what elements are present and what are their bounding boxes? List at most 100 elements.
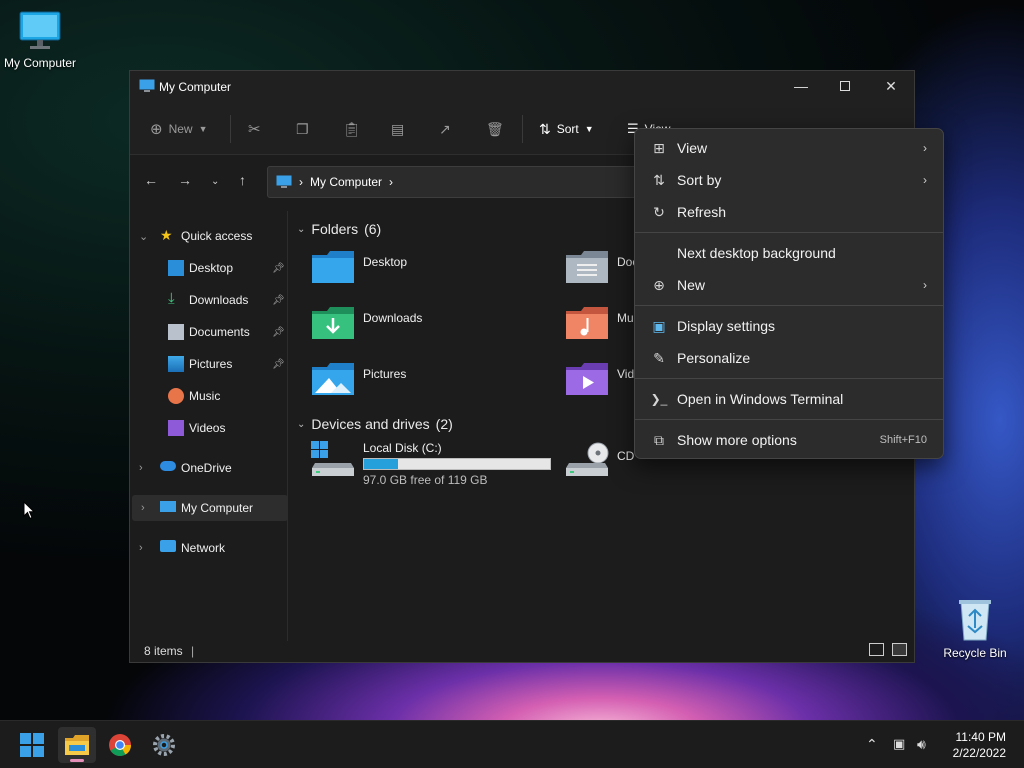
folder-item-music[interactable]: Mu xyxy=(565,305,634,341)
drive-item-cd[interactable]: CD xyxy=(565,441,634,477)
sidebar-item-music[interactable]: Music xyxy=(130,383,286,409)
address-bar[interactable]: › My Computer › xyxy=(267,166,647,198)
menu-item-next-desktop-background[interactable]: Next desktop background xyxy=(639,238,939,268)
drives-group-header[interactable]: ⌄ Devices and drives (2) xyxy=(297,416,453,432)
folder-label: Downloads xyxy=(363,311,423,325)
desktop-context-menu: ⊞ View › ⇅ Sort by › ↻ Refresh Next desk… xyxy=(634,128,944,459)
sidebar-item-onedrive[interactable]: › OneDrive xyxy=(130,455,286,481)
folder-item-pictures[interactable]: Pictures xyxy=(311,361,406,397)
forward-button[interactable]: → xyxy=(178,172,192,188)
sidebar-item-documents[interactable]: Documents 📌︎ xyxy=(130,319,286,345)
navigation-pane: ⌄ ★ Quick access Desktop 📌︎ ⤓ Downloads … xyxy=(130,211,288,641)
folder-item-documents[interactable]: Doc xyxy=(565,249,638,285)
file-explorer-taskbar-button[interactable] xyxy=(58,727,96,763)
recent-locations-button[interactable]: ⌄ xyxy=(211,176,219,187)
chevron-right-icon: › xyxy=(141,502,145,514)
clipboard-icon: 📋︎ xyxy=(343,120,361,137)
taskbar: ⌃ ▣ 🔊︎ 11:40 PM 2/22/2022 xyxy=(0,720,1024,768)
recycle-bin-icon xyxy=(959,600,991,641)
menu-item-open-in-terminal[interactable]: ❯_ Open in Windows Terminal xyxy=(639,384,939,414)
chevron-right-icon: › xyxy=(139,462,143,474)
cut-button[interactable]: ✂ xyxy=(248,117,261,141)
desktop-icon-recycle-bin[interactable]: Recycle Bin xyxy=(935,598,1015,660)
chevron-down-icon: ▼ xyxy=(584,124,594,134)
chevron-down-icon: ⌄ xyxy=(139,230,149,243)
folders-group-header[interactable]: ⌄ Folders (6) xyxy=(297,221,381,237)
start-button[interactable] xyxy=(13,727,51,763)
pictures-icon xyxy=(168,356,184,372)
menu-item-label: Show more options xyxy=(677,432,797,448)
sidebar-item-desktop[interactable]: Desktop 📌︎ xyxy=(130,255,286,281)
toolbar-divider xyxy=(230,115,231,143)
paste-button[interactable]: 📋︎ xyxy=(343,117,361,141)
breadcrumb[interactable]: My Computer xyxy=(310,175,382,189)
network-icon[interactable]: ▣ xyxy=(893,736,905,752)
title-bar[interactable]: My Computer — ✕ xyxy=(130,71,914,103)
sort-button[interactable]: ⇅ Sort ▼ xyxy=(539,117,594,141)
document-icon xyxy=(168,324,184,340)
maximize-button[interactable] xyxy=(822,71,868,101)
grid-icon: ⊞ xyxy=(653,139,665,156)
videos-icon xyxy=(168,420,184,436)
windows-logo-icon xyxy=(20,733,44,757)
up-button[interactable]: ↑ xyxy=(239,172,246,188)
menu-item-personalize[interactable]: ✎ Personalize xyxy=(639,343,939,373)
sidebar-item-my-computer[interactable]: › My Computer xyxy=(132,495,288,521)
settings-taskbar-button[interactable] xyxy=(145,727,183,763)
tiles-view-button[interactable] xyxy=(892,643,907,656)
documents-folder-icon xyxy=(566,251,608,283)
copy-button[interactable]: ❐ xyxy=(296,117,309,141)
chevron-down-icon: ⌄ xyxy=(297,418,306,430)
menu-item-sort-by[interactable]: ⇅ Sort by › xyxy=(639,165,939,195)
menu-item-new[interactable]: ⊕ New › xyxy=(639,270,939,300)
new-button[interactable]: ⊕ New ▼ xyxy=(150,117,208,141)
menu-item-label: Next desktop background xyxy=(677,245,836,261)
chevron-down-icon: ▼ xyxy=(198,124,208,134)
folder-item-downloads[interactable]: Downloads xyxy=(311,305,422,341)
show-hidden-icons-button[interactable]: ⌃ xyxy=(866,736,878,753)
menu-item-view[interactable]: ⊞ View › xyxy=(639,133,939,163)
sidebar-item-quick-access[interactable]: ⌄ ★ Quick access xyxy=(130,223,286,249)
close-button[interactable]: ✕ xyxy=(868,71,914,101)
menu-item-label: Display settings xyxy=(677,318,776,334)
sidebar-item-network[interactable]: › Network xyxy=(130,535,286,561)
drive-usage-fill xyxy=(364,459,399,469)
brush-icon: ✎ xyxy=(653,349,665,366)
clock[interactable]: 11:40 PM 2/22/2022 xyxy=(953,729,1006,761)
drive-label: CD xyxy=(617,449,635,463)
share-button[interactable]: ↗ xyxy=(439,117,451,141)
folder-item-videos[interactable]: Vid xyxy=(565,361,634,397)
sidebar-item-label: Downloads xyxy=(189,293,249,307)
rename-icon: ▤ xyxy=(391,120,405,137)
menu-item-refresh[interactable]: ↻ Refresh xyxy=(639,197,939,227)
drive-label: Local Disk (C:) xyxy=(363,441,442,455)
drive-item-c[interactable]: Local Disk (C:) 97.0 GB free of 119 GB xyxy=(311,441,551,487)
sidebar-item-label: Quick access xyxy=(181,229,253,243)
menu-item-label: Refresh xyxy=(677,204,727,220)
delete-button[interactable]: 🗑︎ xyxy=(486,117,504,141)
window-title: My Computer xyxy=(159,80,232,94)
menu-item-display-settings[interactable]: ▣ Display settings xyxy=(639,311,939,341)
sidebar-item-label: My Computer xyxy=(181,501,254,515)
pin-icon: 📌︎ xyxy=(272,262,285,274)
chrome-taskbar-button[interactable] xyxy=(101,727,139,763)
chevron-right-icon: › xyxy=(923,278,927,292)
gear-icon xyxy=(153,734,175,756)
desktop-icon-my-computer[interactable]: My Computer xyxy=(0,10,80,70)
sidebar-item-downloads[interactable]: ⤓ Downloads 📌︎ xyxy=(130,287,286,313)
cloud-icon xyxy=(160,461,176,471)
back-button[interactable]: ← xyxy=(144,172,158,188)
rename-button[interactable]: ▤ xyxy=(391,117,404,141)
copy-icon: ❐ xyxy=(296,120,309,137)
sidebar-item-pictures[interactable]: Pictures 📌︎ xyxy=(130,351,286,377)
status-divider: | xyxy=(191,644,195,658)
folder-item-desktop[interactable]: Desktop xyxy=(311,249,407,285)
volume-icon[interactable]: 🔊︎ xyxy=(917,736,926,753)
details-view-button[interactable] xyxy=(869,643,884,656)
sidebar-item-videos[interactable]: Videos xyxy=(130,415,286,441)
drive-info: Local Disk (C:) 97.0 GB free of 119 GB xyxy=(363,441,551,487)
minimize-button[interactable]: — xyxy=(778,71,824,101)
menu-item-shortcut: Shift+F10 xyxy=(879,434,927,446)
menu-item-show-more-options[interactable]: ⧉ Show more options Shift+F10 xyxy=(639,425,939,455)
music-folder-icon xyxy=(566,307,608,339)
